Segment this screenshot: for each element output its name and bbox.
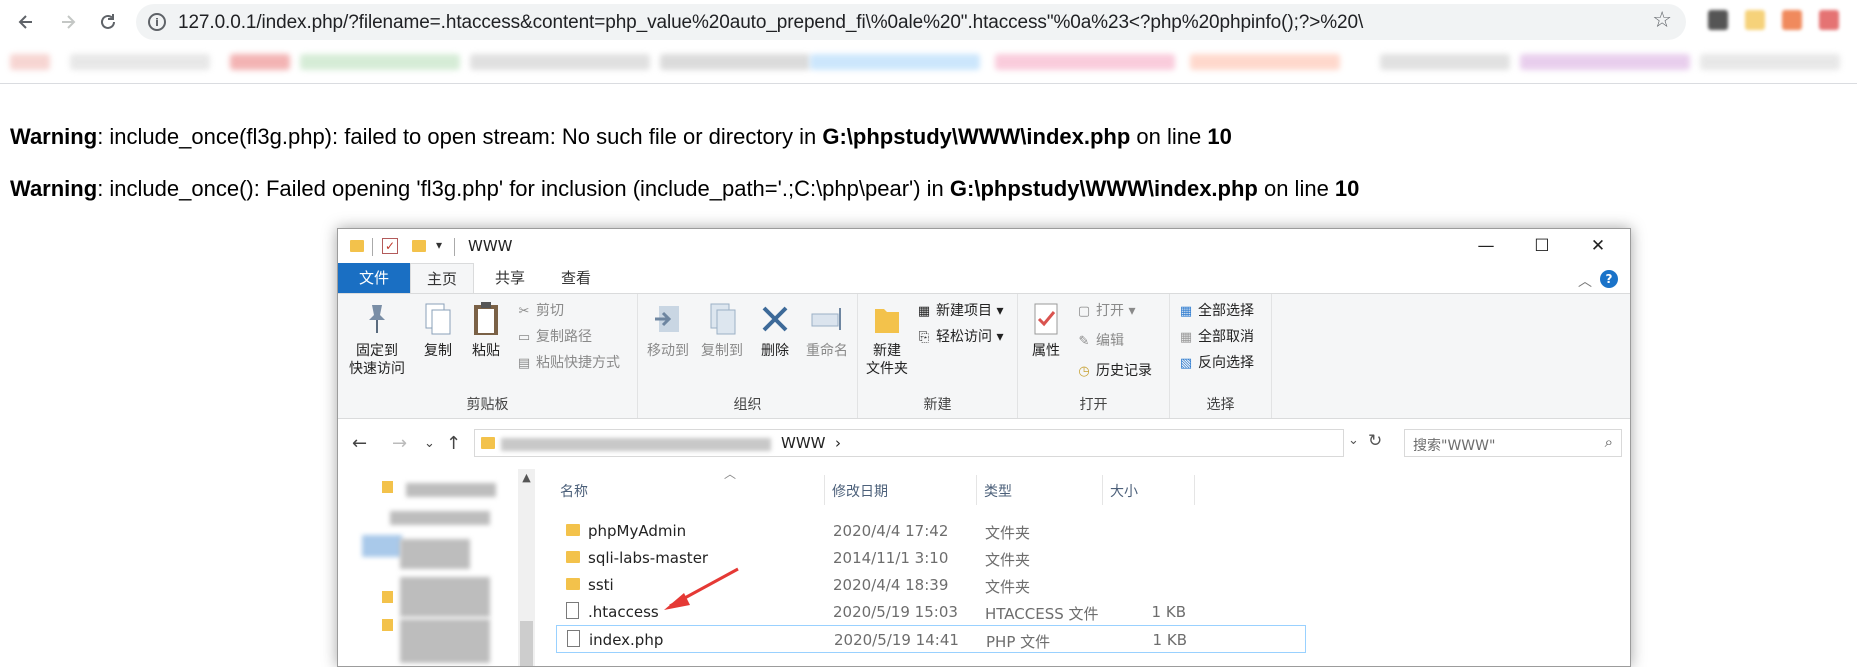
address-bar[interactable]: i 127.0.0.1/index.php/?filename=.htacces… (136, 4, 1686, 40)
warning-message: : include_once(fl3g.php): failed to open… (97, 124, 823, 149)
bookmark-item[interactable] (810, 54, 980, 70)
extension-icon[interactable] (1745, 10, 1765, 30)
warning-label: Warning (10, 176, 98, 201)
warning-on-line: on line (1257, 176, 1335, 201)
star-icon[interactable]: ☆ (1652, 7, 1672, 33)
forward-button[interactable] (52, 6, 84, 38)
bookmark-item[interactable] (10, 54, 50, 70)
url-text[interactable]: 127.0.0.1/index.php/?filename=.htaccess&… (178, 12, 1363, 34)
arrow-right-icon (62, 15, 76, 29)
php-warning: Warning: include_once(): Failed opening … (10, 176, 1359, 202)
php-warning: Warning: include_once(fl3g.php): failed … (10, 124, 1232, 150)
bookmark-item[interactable] (995, 54, 1175, 70)
info-icon[interactable]: i (148, 13, 166, 31)
bookmark-item[interactable] (70, 54, 210, 70)
warning-on-line: on line (1130, 124, 1208, 149)
bookmark-item[interactable] (300, 54, 460, 70)
bookmark-item[interactable] (1700, 54, 1840, 70)
reload-button[interactable] (92, 6, 124, 38)
bookmark-item[interactable] (660, 54, 810, 70)
bookmark-item[interactable] (1520, 54, 1690, 70)
bookmark-item[interactable] (470, 54, 650, 70)
bookmark-item[interactable] (1190, 54, 1340, 70)
extension-icon[interactable] (1819, 10, 1839, 30)
bookmark-item[interactable] (1380, 54, 1510, 70)
arrow-left-icon (18, 15, 32, 29)
extension-icon[interactable] (1782, 10, 1802, 30)
warning-label: Warning (10, 124, 98, 149)
browser-toolbar: i 127.0.0.1/index.php/?filename=.htacces… (0, 0, 1857, 84)
warning-line-number: 10 (1334, 176, 1360, 201)
back-button[interactable] (10, 6, 42, 38)
warning-path: G:\phpstudy\WWW\index.php (949, 176, 1258, 201)
warning-message: : include_once(): Failed opening 'fl3g.p… (97, 176, 950, 201)
file-explorer-window: ✓ ▾ WWW — ☐ ✕ 文件 主页 共享 查看 ︿ ? 固定到 快速访问 复… (337, 228, 1631, 667)
extension-icon[interactable] (1708, 10, 1728, 30)
bookmark-item[interactable] (230, 54, 290, 70)
reload-icon (101, 14, 115, 29)
annotation-arrow-icon (664, 567, 739, 610)
bookmarks-bar (0, 44, 1857, 80)
warning-path: G:\phpstudy\WWW\index.php (822, 124, 1131, 149)
warning-line-number: 10 (1207, 124, 1232, 149)
